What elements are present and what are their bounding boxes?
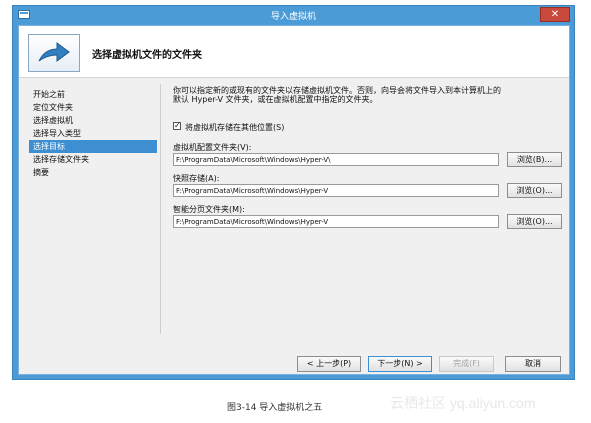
intro-line-1: 你可以指定新的或现有的文件夹以存储虚拟机文件。否则，向导会将文件导入到本计算机上… xyxy=(173,86,501,95)
vertical-divider xyxy=(160,84,161,334)
window-title: 导入虚拟机 xyxy=(270,12,316,22)
previous-button[interactable]: < 上一步(P) xyxy=(297,356,361,372)
browse-snapshot-button[interactable]: 浏览(O)... xyxy=(507,183,562,198)
next-button[interactable]: 下一步(N) > xyxy=(368,356,432,372)
nav-step-before-you-begin[interactable]: 开始之前 xyxy=(29,88,157,101)
snapshot-store-input[interactable] xyxy=(173,184,499,197)
arrow-icon xyxy=(28,34,80,72)
wizard-header: 选择虚拟机文件的文件夹 xyxy=(19,26,569,78)
wizard-steps-nav: 开始之前 定位文件夹 选择虚拟机 选择导入类型 选择目标 选择存储文件夹 摘要 xyxy=(29,88,157,179)
close-button[interactable]: ✕ xyxy=(540,7,570,22)
smart-paging-folder-input[interactable] xyxy=(173,215,499,228)
intro-line-2: 默认 Hyper-V 文件夹，或在虚拟机配置中指定的文件夹。 xyxy=(173,95,378,104)
browse-vm-config-button[interactable]: 浏览(B)... xyxy=(507,152,562,167)
cancel-button[interactable]: 取消 xyxy=(505,356,561,372)
finish-button[interactable]: 完成(F) xyxy=(439,356,494,372)
content-pane: 你可以指定新的或现有的文件夹以存储虚拟机文件。否则，向导会将文件导入到本计算机上… xyxy=(173,86,563,229)
nav-step-choose-destination[interactable]: 选择目标 xyxy=(29,140,157,153)
wizard-footer: < 上一步(P) 下一步(N) > 完成(F) 取消 xyxy=(19,340,569,376)
vm-config-folder-label: 虚拟机配置文件夹(V): xyxy=(173,143,252,152)
browse-smart-paging-button[interactable]: 浏览(O)... xyxy=(507,214,562,229)
store-elsewhere-label[interactable]: 将虚拟机存储在其他位置(S) xyxy=(185,122,284,133)
nav-step-locate-folder[interactable]: 定位文件夹 xyxy=(29,101,157,114)
import-vm-dialog: 导入虚拟机 ✕ 选择虚拟机文件的文件夹 开始之前 定位文件夹 选择虚拟机 选择导… xyxy=(12,5,575,380)
nav-step-summary[interactable]: 摘要 xyxy=(29,166,157,179)
intro-text: 你可以指定新的或现有的文件夹以存储虚拟机文件。否则，向导会将文件导入到本计算机上… xyxy=(173,86,563,104)
dialog-client-area: 选择虚拟机文件的文件夹 开始之前 定位文件夹 选择虚拟机 选择导入类型 选择目标… xyxy=(18,25,570,375)
smart-paging-folder-label: 智能分页文件夹(M): xyxy=(173,205,245,214)
nav-step-storage-folders[interactable]: 选择存储文件夹 xyxy=(29,153,157,166)
nav-step-select-vm[interactable]: 选择虚拟机 xyxy=(29,114,157,127)
title-bar[interactable]: 导入虚拟机 ✕ xyxy=(13,6,574,25)
snapshot-store-label: 快照存储(A): xyxy=(173,174,220,183)
vm-config-folder-input[interactable] xyxy=(173,153,499,166)
watermark: 云栖社区 yq.aliyun.com xyxy=(390,395,536,411)
figure-caption: 图3-14 导入虚拟机之五 xyxy=(227,403,323,413)
store-elsewhere-checkbox[interactable]: ✓ xyxy=(173,122,181,130)
page-title: 选择虚拟机文件的文件夹 xyxy=(92,50,202,61)
nav-step-import-type[interactable]: 选择导入类型 xyxy=(29,127,157,140)
